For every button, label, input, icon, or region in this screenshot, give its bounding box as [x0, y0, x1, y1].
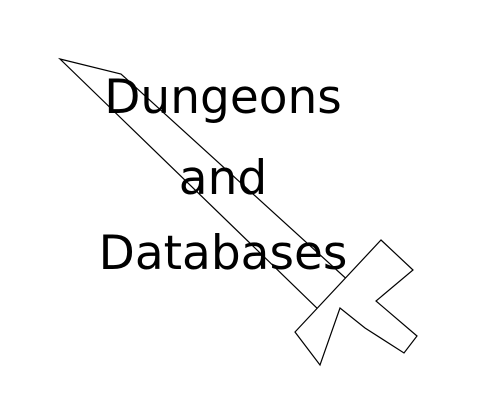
title-line-1: Dungeons — [104, 70, 342, 125]
title-card: Dungeons and Databases — [0, 0, 482, 403]
title-line-2: and — [178, 151, 268, 206]
title-line-3: Databases — [98, 226, 348, 281]
